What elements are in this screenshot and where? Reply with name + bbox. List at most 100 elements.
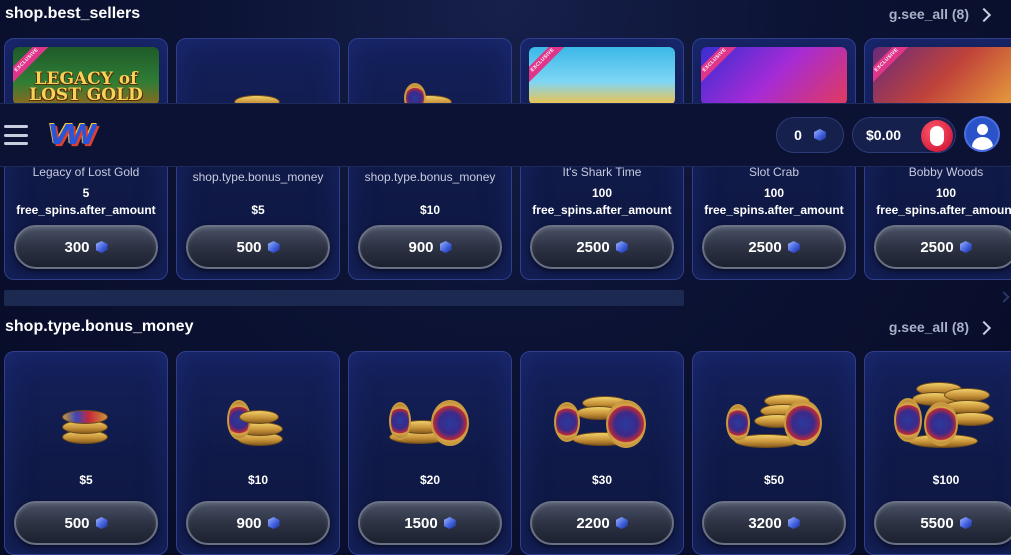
card-value: $5 [79,473,93,487]
card-amount: 100 [763,186,785,200]
gem-icon [444,517,456,529]
price-label: 2500 [748,238,782,256]
bonus-money-title: shop.type.bonus_money [5,318,194,335]
price-label: 900 [236,514,262,532]
gem-balance-value: 0 [794,127,802,143]
coin-stack-icon [385,392,475,450]
buy-button[interactable]: 3200 [702,501,846,545]
scroll-right-icon[interactable] [998,291,1010,303]
price-label: 1500 [404,514,438,532]
gem-icon [96,241,108,253]
buy-button[interactable]: 2500 [702,225,846,269]
gem-icon [960,517,972,529]
gem-icon [268,517,280,529]
price-label: 500 [236,238,262,256]
gem-icon [616,241,628,253]
exclusive-ribbon: EXCLUSIVE [873,47,913,86]
bonus-card-50[interactable]: $50 3200 [692,351,856,555]
gem-balance[interactable]: 0 [776,117,844,153]
card-value: $10 [419,203,441,217]
game-thumbnail: EXCLUSIVE [529,47,675,105]
buy-button[interactable]: 2500 [530,225,674,269]
price-label: 5500 [920,514,954,532]
price-label: 2500 [576,238,610,256]
chevron-right-icon [976,320,992,335]
card-value: $100 [932,473,960,487]
bonus-money-header: shop.type.bonus_money g.see_all (8) [5,315,1011,339]
gem-icon [440,241,452,253]
top-navigation-bar: VW 0 $0.00 [0,103,1011,167]
card-value: $50 [763,473,785,487]
card-unit: free_spins.after_amount [16,203,156,217]
price-label: 300 [64,238,90,256]
gem-icon [788,241,800,253]
buy-button[interactable]: 900 [358,225,502,269]
bonus-card-20[interactable]: $20 1500 [348,351,512,555]
chips-icon[interactable] [921,120,953,152]
see-all-label: g.see_all (8) [888,6,969,22]
card-name: shop.type.bonus_money [364,170,496,184]
game-thumbnail: EXCLUSIVE [701,47,847,105]
bonus-card-100[interactable]: $100 5500 [864,351,1011,555]
card-value: $10 [247,473,269,487]
card-value: $30 [591,473,613,487]
coin-stack-icon [56,400,116,448]
best-sellers-see-all[interactable]: g.see_all (8) [888,6,992,22]
price-label: 2500 [920,238,954,256]
card-amount: 100 [935,186,957,200]
coin-stack-icon [223,394,293,450]
chevron-right-icon [976,7,992,22]
best-sellers-header: shop.best_sellers g.see_all (8) [5,2,1011,26]
coin-stack-icon [894,380,998,452]
game-thumbnail: EXCLUSIVE LEGACY of LOST GOLD [13,47,159,105]
cash-balance[interactable]: $0.00 [852,117,956,153]
gem-icon [96,517,108,529]
card-name: Legacy of Lost Gold [32,165,140,179]
bonus-money-see-all[interactable]: g.see_all (8) [888,319,992,335]
card-name: Slot Crab [748,165,800,179]
price-label: 3200 [748,514,782,532]
game-thumbnail: EXCLUSIVE [873,47,1011,105]
buy-button[interactable]: 2500 [874,225,1011,269]
gem-icon [960,241,972,253]
gem-icon [814,129,826,141]
buy-button[interactable]: 1500 [358,501,502,545]
card-amount: 100 [591,186,613,200]
bonus-card-10[interactable]: $10 900 [176,351,340,555]
bonus-card-30[interactable]: $30 2200 [520,351,684,555]
card-name: It's Shark Time [562,165,642,179]
vw-logo[interactable]: VW [48,118,104,152]
card-name: shop.type.bonus_money [192,170,324,184]
exclusive-ribbon: EXCLUSIVE [701,47,741,86]
buy-button[interactable]: 2200 [530,501,674,545]
card-unit: free_spins.after_amount [876,203,1011,217]
best-sellers-title: shop.best_sellers [5,5,141,22]
price-label: 500 [64,514,90,532]
card-unit: free_spins.after_amount [532,203,672,217]
buy-button[interactable]: 5500 [874,501,1011,545]
gem-icon [788,517,800,529]
coin-stack-icon [724,390,824,450]
buy-button[interactable]: 500 [186,225,330,269]
card-value: $20 [419,473,441,487]
bonus-money-row: $5 500 $10 900 $20 1500 $30 2200 $50 320… [4,351,1011,555]
buy-button[interactable]: 900 [186,501,330,545]
user-icon[interactable] [964,116,1000,152]
see-all-label: g.see_all (8) [888,319,969,335]
price-label: 900 [408,238,434,256]
gem-icon [268,241,280,253]
gem-icon [616,517,628,529]
buy-button[interactable]: 300 [14,225,158,269]
card-name: Bobby Woods [908,165,984,179]
bonus-card-5[interactable]: $5 500 [4,351,168,555]
coin-stack-icon [552,390,652,450]
hamburger-menu-icon[interactable] [4,125,28,145]
game-logo: LEGACY of LOST GOLD [29,68,143,105]
horizontal-scrollbar[interactable] [4,290,684,306]
cash-balance-value: $0.00 [866,127,902,143]
card-amount: 5 [82,186,90,200]
exclusive-ribbon: EXCLUSIVE [529,47,569,86]
buy-button[interactable]: 500 [14,501,158,545]
card-value: $5 [251,203,265,217]
card-unit: free_spins.after_amount [704,203,844,217]
